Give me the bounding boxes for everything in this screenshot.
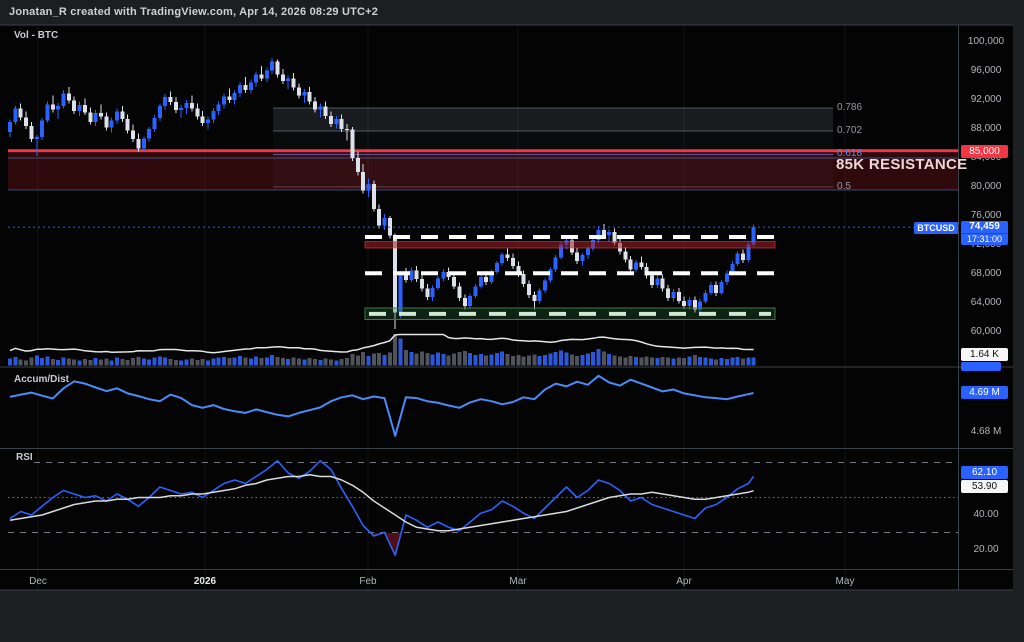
rsi-axis-tick[interactable]: 40.00 (963, 509, 1009, 520)
volume-ma-badge: 1.64 K (961, 348, 1008, 361)
chart-plot-svg[interactable] (0, 0, 1024, 642)
time-axis-label[interactable]: Apr (676, 576, 692, 587)
last-price-badge: 74,459 17:31:00 (961, 221, 1008, 245)
price-axis-tick[interactable]: 80,000 (963, 181, 1009, 192)
resistance-price-badge: 85,000 (961, 145, 1008, 158)
tradingview-published-chart: Jonatan_R created with TradingView.com, … (0, 0, 1024, 642)
time-axis-label[interactable]: Feb (359, 576, 376, 587)
price-axis-tick[interactable]: 60,000 (963, 326, 1009, 337)
time-axis-label[interactable]: Mar (509, 576, 526, 587)
rsi-axis-tick[interactable]: 20.00 (963, 544, 1009, 555)
rsi-value-badge: 62.10 (961, 466, 1008, 479)
rsi-legend[interactable]: RSI (16, 452, 33, 463)
price-axis-tick[interactable]: 100,000 (963, 36, 1009, 47)
accum-dist-legend[interactable]: Accum/Dist (14, 374, 69, 385)
volume-value-badge-clipped (961, 362, 1001, 371)
fib-level-label: 0.786 (837, 102, 862, 113)
accum-dist-axis-tick[interactable]: 4.68 M (963, 426, 1009, 437)
time-axis-label[interactable]: 2026 (194, 576, 216, 587)
symbol-label-badge: BTCUSD (914, 222, 958, 234)
time-axis-label[interactable]: Dec (29, 576, 47, 587)
accum-dist-value-badge: 4.69 M (961, 386, 1008, 399)
price-axis-tick[interactable]: 68,000 (963, 268, 1009, 279)
rsi-ma-value-badge: 53.90 (961, 480, 1008, 493)
price-axis-tick[interactable]: 96,000 (963, 65, 1009, 76)
fib-level-label: 0.702 (837, 125, 862, 136)
price-axis-tick[interactable]: 76,000 (963, 210, 1009, 221)
price-axis-tick[interactable]: 64,000 (963, 297, 1009, 308)
time-axis-label[interactable]: May (836, 576, 855, 587)
last-price-value: 74,459 (961, 221, 1008, 233)
resistance-annotation[interactable]: 85K RESISTANCE (836, 156, 967, 173)
bar-countdown: 17:31:00 (961, 233, 1008, 245)
fib-level-label: 0.5 (837, 181, 851, 192)
price-axis-tick[interactable]: 88,000 (963, 123, 1009, 134)
volume-legend[interactable]: Vol - BTC (14, 30, 58, 41)
price-axis-tick[interactable]: 92,000 (963, 94, 1009, 105)
